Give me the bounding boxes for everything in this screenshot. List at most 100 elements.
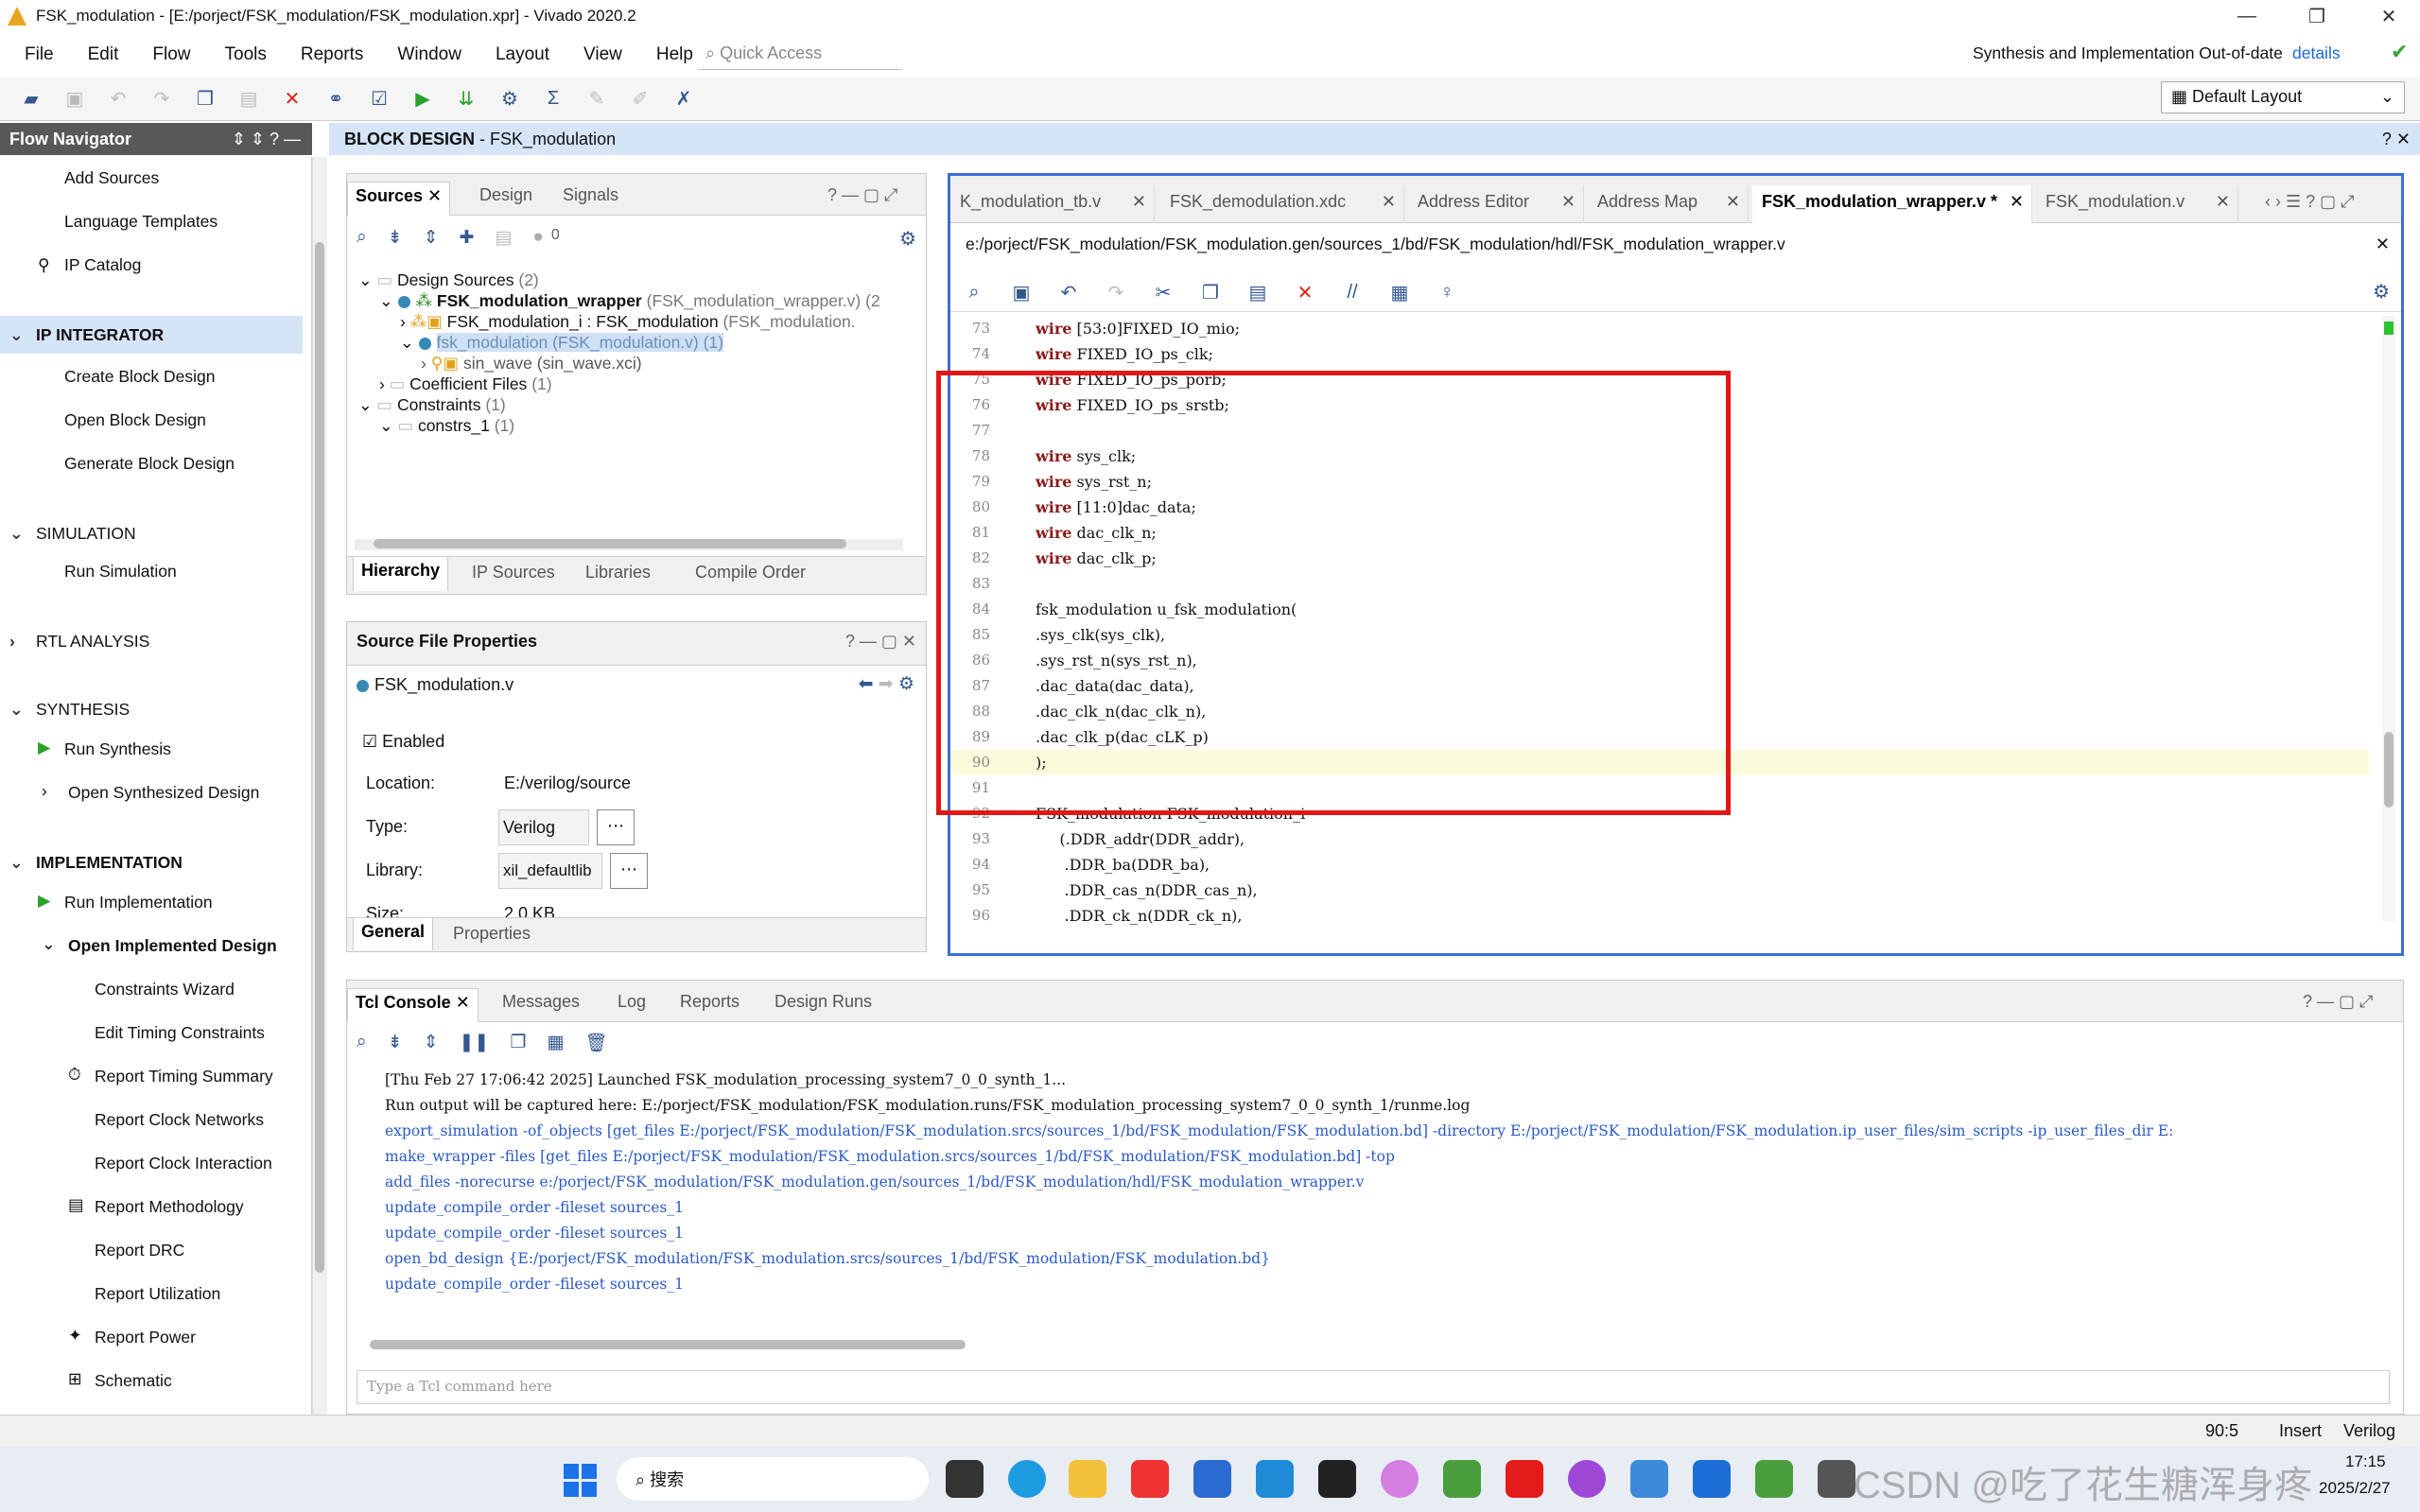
code-line[interactable]: 94 .DDR_ba(DDR_ba), — [950, 852, 2369, 878]
program-icon[interactable]: ⇊ — [454, 87, 479, 112]
menu-edit[interactable]: Edit — [71, 44, 136, 65]
section-rtl-analysis[interactable]: › RTL ANALYSIS — [0, 632, 303, 652]
expand-all-icon[interactable]: ⇕ — [424, 1032, 439, 1054]
run-simulation-link[interactable]: Run Simulation — [64, 562, 177, 582]
restore-icon[interactable]: ❐ — [2289, 0, 2345, 32]
tab-fsk-modulation-v[interactable]: FSK_modulation.v ✕ — [2036, 185, 2238, 223]
redo-icon[interactable]: ↷ — [149, 87, 174, 112]
tab-libraries[interactable]: Libraries — [578, 559, 658, 586]
code-line[interactable]: 74 wire FIXED_IO_ps_clk; — [950, 341, 2369, 367]
tab-fsk-modulation-wrapper[interactable]: FSK_modulation_wrapper.v * ✕ — [1752, 185, 2032, 223]
type-more-button[interactable]: ⋯ — [597, 809, 635, 845]
panel-controls-icon[interactable]: ? — ▢ ⤢ — [820, 182, 905, 209]
menu-tools[interactable]: Tools — [208, 44, 284, 65]
library-field[interactable]: xil_defaultlib — [498, 853, 602, 889]
redo-icon[interactable]: ↷ — [1104, 281, 1128, 305]
chevron-down-icon[interactable]: ⌄ — [42, 934, 56, 954]
panel-controls-icon[interactable]: ? — ▢ ✕ — [845, 632, 916, 652]
vivado-icon[interactable] — [1443, 1460, 1481, 1498]
tab-tcl-console[interactable]: Tcl Console ✕ — [347, 988, 479, 1022]
tab-address-map[interactable]: Address Map ✕ — [1588, 185, 1749, 223]
report-methodology-link[interactable]: Report Methodology — [95, 1197, 244, 1217]
add-sources-link[interactable]: Add Sources — [64, 168, 159, 188]
tcl-command-input[interactable]: Type a Tcl command here — [357, 1370, 2390, 1404]
close-path-icon[interactable]: ✕ — [2376, 235, 2390, 254]
menu-flow[interactable]: Flow — [135, 44, 207, 65]
taskview-icon[interactable] — [946, 1460, 984, 1498]
gear-icon[interactable]: ⚙ — [899, 227, 916, 251]
report-drc-link[interactable]: Report DRC — [95, 1241, 184, 1260]
report-clock-interaction-link[interactable]: Report Clock Interaction — [95, 1154, 272, 1173]
lightbulb-icon[interactable]: ♀ — [1435, 281, 1459, 305]
editor-hscroll[interactable] — [1026, 936, 2369, 949]
report-timing-summary-link[interactable]: Report Timing Summary — [95, 1067, 273, 1086]
ruler-icon[interactable]: ✐ — [628, 87, 653, 112]
vivado-active-icon[interactable] — [1755, 1460, 1793, 1498]
tree-sin-wave[interactable]: › ⚲▣ sin_wave (sin_wave.xci) — [421, 354, 642, 374]
table-icon[interactable]: ▦ — [547, 1032, 564, 1054]
undo-icon[interactable]: ↶ — [1056, 281, 1081, 305]
tab-messages[interactable]: Messages — [495, 988, 587, 1016]
section-synthesis[interactable]: ⌄ SYNTHESIS — [0, 700, 303, 720]
comment-icon[interactable]: // — [1340, 281, 1365, 305]
trash-icon[interactable]: 🗑 — [584, 1032, 607, 1054]
edit-timing-constraints-link[interactable]: Edit Timing Constraints — [95, 1023, 265, 1043]
tab-hierarchy[interactable]: Hierarchy — [353, 557, 449, 591]
layout-select[interactable]: ▦ Default Layout ⌄ — [2161, 81, 2405, 113]
report-power-link[interactable]: Report Power — [95, 1328, 196, 1347]
close-window-icon[interactable]: ✕ — [2360, 0, 2417, 32]
tab-properties[interactable]: Properties — [445, 920, 538, 947]
open-project-icon[interactable]: ▰ — [19, 87, 44, 112]
undo-icon[interactable]: ↶ — [106, 87, 131, 112]
menu-file[interactable]: File — [0, 44, 71, 65]
menu-reports[interactable]: Reports — [284, 44, 381, 65]
delete-icon[interactable]: ✕ — [1293, 281, 1317, 305]
properties-icon[interactable]: ▤ — [495, 227, 512, 249]
paste-icon[interactable]: ▤ — [236, 87, 261, 112]
language-templates-link[interactable]: Language Templates — [64, 212, 218, 232]
calculator-icon[interactable] — [1818, 1460, 1855, 1498]
tab-address-editor[interactable]: Address Editor ✕ — [1408, 185, 1584, 223]
tab-general[interactable]: General — [353, 918, 434, 950]
cross-tools-icon[interactable]: ✗ — [671, 87, 696, 112]
tree-design-sources[interactable]: ⌄ ▭ Design Sources (2) — [358, 270, 539, 290]
wps-icon[interactable] — [1131, 1460, 1169, 1498]
template-icon[interactable]: ▦ — [1387, 281, 1412, 305]
sigma-icon[interactable]: Σ — [541, 87, 566, 112]
schematic-link[interactable]: Schematic — [95, 1371, 172, 1391]
mail-icon[interactable] — [1693, 1460, 1731, 1498]
enabled-checkbox[interactable]: ☑ Enabled — [362, 732, 444, 752]
constraints-wizard-link[interactable]: Constraints Wizard — [95, 980, 235, 999]
copy-icon[interactable]: ❐ — [193, 87, 218, 112]
open-implemented-design-link[interactable]: Open Implemented Design — [68, 936, 277, 956]
editor-vscroll[interactable] — [2382, 316, 2395, 921]
run-synthesis-link[interactable]: Run Synthesis — [64, 739, 171, 759]
settings-icon[interactable]: ⚙ — [497, 87, 522, 112]
tab-fsk-modulation-tb[interactable]: K_modulation_tb.v ✕ — [950, 185, 1155, 223]
collapse-all-icon[interactable]: ⇟ — [388, 227, 403, 249]
flow-navigator-scrollbar[interactable] — [312, 157, 327, 1415]
help-close-icon[interactable]: ? ✕ — [2382, 130, 2411, 149]
tab-signals[interactable]: Signals — [555, 182, 626, 209]
file-explorer-icon[interactable] — [1069, 1460, 1106, 1498]
binoculars-icon[interactable]: ⚭ — [323, 87, 348, 112]
tab-design[interactable]: Design — [472, 182, 540, 209]
panel-controls-icon[interactable]: ? — ▢ ⤢ — [2295, 988, 2380, 1016]
tree-constraints[interactable]: ⌄ ▭ Constraints (1) — [358, 395, 506, 415]
tab-compile-order[interactable]: Compile Order — [688, 559, 813, 586]
open-synthesized-design-link[interactable]: Open Synthesized Design — [68, 783, 259, 803]
report-clock-networks-link[interactable]: Report Clock Networks — [95, 1110, 264, 1130]
panel-controls-icon[interactable]: ⇕ ⇕ ? — — [232, 130, 301, 149]
generate-block-design-link[interactable]: Generate Block Design — [64, 454, 235, 474]
open-block-design-link[interactable]: Open Block Design — [64, 410, 206, 430]
pause-icon[interactable]: ❚❚ — [459, 1032, 489, 1054]
nav-arrows-icon[interactable]: ⬅ ➡ ⚙ — [859, 673, 914, 695]
youdao-icon[interactable] — [1506, 1460, 1543, 1498]
section-simulation[interactable]: ⌄ SIMULATION — [0, 524, 303, 544]
tree-inst-i[interactable]: › ⁂▣ FSK_modulation_i : FSK_modulation (… — [400, 312, 856, 332]
tab-log[interactable]: Log — [610, 988, 653, 1016]
create-block-design-link[interactable]: Create Block Design — [64, 367, 216, 387]
details-link[interactable]: details — [2292, 43, 2341, 63]
report-utilization-link[interactable]: Report Utilization — [95, 1284, 220, 1304]
code-line[interactable]: 96 .DDR_ck_n(DDR_ck_n), — [950, 903, 2369, 929]
